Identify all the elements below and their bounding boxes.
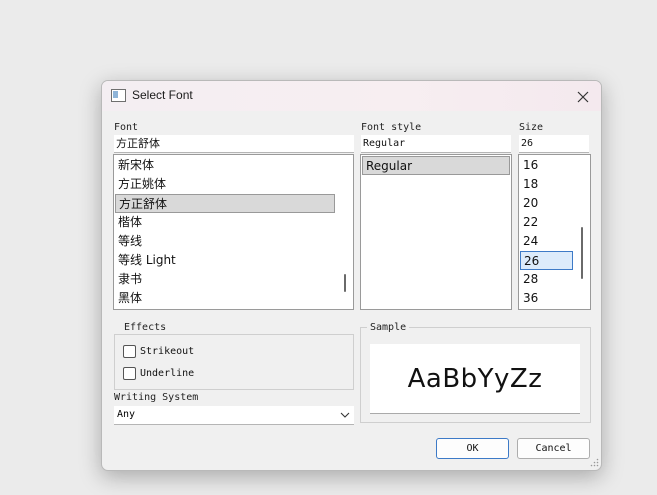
- list-item[interactable]: 36: [520, 289, 574, 308]
- underline-label: Underline: [140, 368, 195, 379]
- size-label: Size: [519, 122, 544, 133]
- window-icon: [111, 89, 126, 102]
- ok-button[interactable]: OK: [436, 438, 509, 459]
- list-item[interactable]: 黑体: [115, 289, 335, 308]
- list-item[interactable]: 28: [520, 270, 574, 289]
- strikeout-checkbox[interactable]: [123, 345, 136, 358]
- list-item[interactable]: 隶书: [115, 270, 335, 289]
- list-item-selected[interactable]: Regular: [362, 156, 510, 175]
- select-font-dialog: Select Font Font 方正舒体 新宋体 方正姚体 方正舒体 楷体 等…: [101, 80, 602, 471]
- font-style-list[interactable]: Regular: [360, 154, 512, 310]
- sample-text: AaBbYyZz: [407, 364, 543, 394]
- list-item[interactable]: 楷体: [115, 213, 335, 232]
- size-list[interactable]: 16 18 20 22 24 26 28 36: [518, 154, 591, 310]
- font-list[interactable]: 新宋体 方正姚体 方正舒体 楷体 等线 等线 Light 隶书 黑体: [113, 154, 354, 310]
- font-label: Font: [114, 122, 139, 133]
- list-item[interactable]: 等线 Light: [115, 251, 335, 270]
- font-style-input[interactable]: Regular: [361, 135, 511, 153]
- cancel-button[interactable]: Cancel: [517, 438, 590, 459]
- size-list-scrollbar[interactable]: [581, 227, 583, 279]
- list-item-selected[interactable]: 方正舒体: [115, 194, 335, 213]
- size-input[interactable]: 26: [519, 135, 589, 153]
- dialog-title: Select Font: [132, 88, 193, 102]
- font-input[interactable]: 方正舒体: [114, 135, 354, 153]
- writing-system-select[interactable]: Any: [114, 406, 354, 425]
- list-item[interactable]: 18: [520, 175, 574, 194]
- list-item[interactable]: 20: [520, 194, 574, 213]
- list-item[interactable]: 24: [520, 232, 574, 251]
- effects-title: Effects: [121, 322, 170, 333]
- strikeout-label: Strikeout: [140, 346, 195, 357]
- chevron-down-icon: [340, 406, 350, 431]
- sample-title: Sample: [367, 322, 410, 333]
- list-item[interactable]: 等线: [115, 232, 335, 251]
- list-item[interactable]: 22: [520, 213, 574, 232]
- close-button[interactable]: [570, 84, 596, 108]
- font-style-label: Font style: [361, 122, 422, 133]
- list-item[interactable]: 16: [520, 156, 574, 175]
- list-item[interactable]: 新宋体: [115, 156, 335, 175]
- title-bar[interactable]: Select Font: [102, 81, 601, 111]
- list-item-selected[interactable]: 26: [520, 251, 573, 270]
- close-icon: [577, 91, 589, 102]
- writing-system-value: Any: [117, 409, 136, 420]
- resize-grip-icon[interactable]: [590, 458, 599, 467]
- sample-preview: AaBbYyZz: [370, 344, 580, 414]
- list-item[interactable]: 方正姚体: [115, 175, 335, 194]
- font-list-scrollbar[interactable]: [344, 274, 346, 292]
- effects-group: [114, 334, 354, 390]
- underline-checkbox[interactable]: [123, 367, 136, 380]
- writing-system-label: Writing System: [114, 392, 199, 403]
